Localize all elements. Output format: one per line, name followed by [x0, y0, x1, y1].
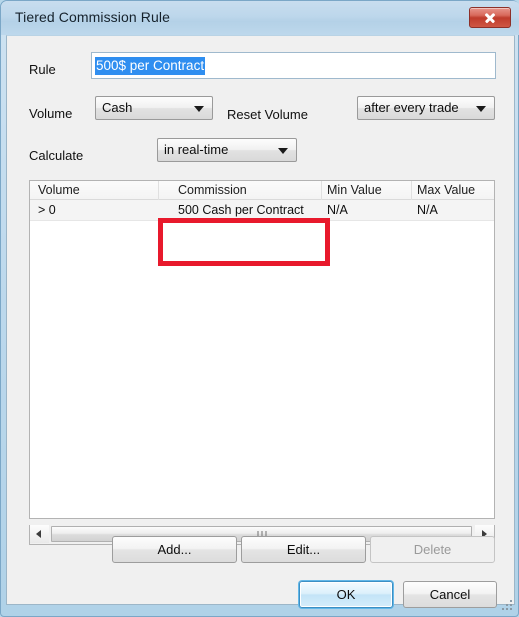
- delete-button: Delete: [370, 536, 495, 563]
- commission-tiers-table[interactable]: Volume Commission Min Value Max Value > …: [29, 180, 495, 519]
- cell-volume: > 0: [38, 203, 56, 217]
- chevron-down-icon: [476, 106, 486, 112]
- chevron-left-icon[interactable]: [30, 525, 49, 543]
- calculate-label: Calculate: [29, 148, 84, 163]
- dialog-client-area: Rule 500$ per Contract Volume Cash Reset…: [6, 35, 515, 608]
- window-title: Tiered Commission Rule: [15, 9, 170, 25]
- column-divider[interactable]: [158, 181, 159, 200]
- table-row[interactable]: > 0 500 Cash per Contract N/A N/A: [30, 200, 494, 221]
- calculate-select-value: in real-time: [164, 142, 229, 157]
- table-header-min-value[interactable]: Min Value: [327, 183, 382, 197]
- volume-label: Volume: [29, 106, 73, 121]
- close-icon[interactable]: [469, 7, 511, 28]
- add-button[interactable]: Add...: [112, 536, 237, 563]
- rule-input[interactable]: 500$ per Contract: [91, 52, 496, 79]
- ok-button[interactable]: OK: [299, 581, 393, 608]
- volume-select[interactable]: Cash: [95, 96, 213, 120]
- table-header-volume[interactable]: Volume: [38, 183, 80, 197]
- table-header-row: Volume Commission Min Value Max Value: [30, 181, 494, 200]
- cell-commission: 500 Cash per Contract: [178, 203, 304, 217]
- cancel-button[interactable]: Cancel: [403, 581, 497, 608]
- rule-input-value: 500$ per Contract: [95, 56, 206, 75]
- cell-min-value: N/A: [327, 203, 348, 217]
- column-divider[interactable]: [321, 181, 322, 200]
- volume-select-value: Cash: [102, 100, 133, 115]
- rule-label: Rule: [29, 62, 56, 77]
- dialog-window: Tiered Commission Rule Rule 500$ per Con…: [0, 0, 519, 617]
- titlebar[interactable]: Tiered Commission Rule: [1, 1, 519, 35]
- reset-volume-select[interactable]: after every trade: [357, 96, 495, 120]
- reset-volume-select-value: after every trade: [364, 100, 459, 115]
- table-header-commission[interactable]: Commission: [178, 183, 247, 197]
- column-divider[interactable]: [411, 181, 412, 200]
- calculate-select[interactable]: in real-time: [157, 138, 297, 162]
- resize-grip-icon[interactable]: [501, 600, 513, 612]
- cell-max-value: N/A: [417, 203, 438, 217]
- edit-button[interactable]: Edit...: [241, 536, 366, 563]
- chevron-down-icon: [278, 148, 288, 154]
- chevron-down-icon: [194, 106, 204, 112]
- table-header-max-value[interactable]: Max Value: [417, 183, 475, 197]
- reset-volume-label: Reset Volume: [227, 107, 308, 122]
